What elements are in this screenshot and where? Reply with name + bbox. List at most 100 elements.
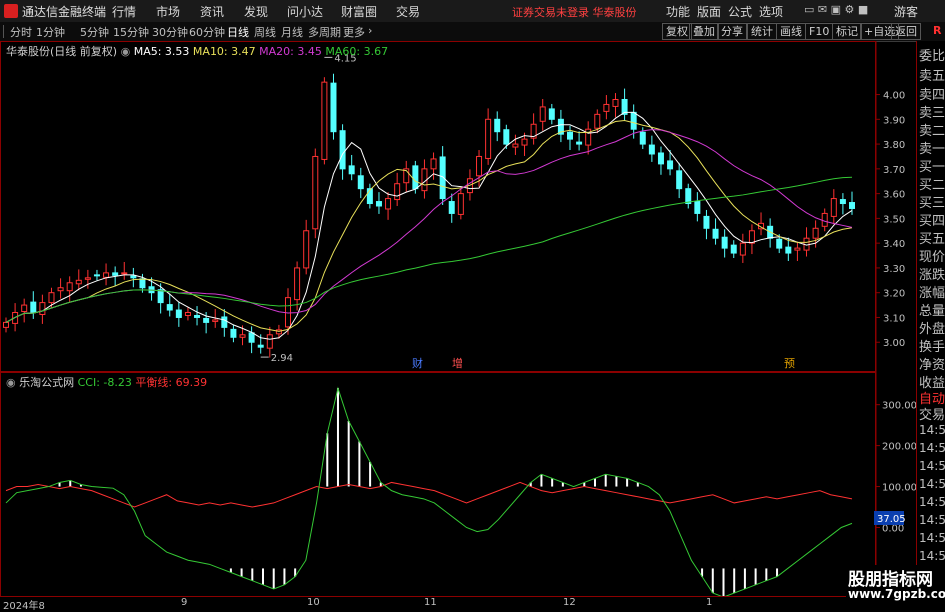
candle-body <box>521 138 528 146</box>
side-item-sell2: 卖二 <box>919 124 945 139</box>
side-item-buy5: 买五 <box>919 232 945 247</box>
tick-time: 14:56 <box>919 441 945 455</box>
candle-body <box>548 108 555 120</box>
period-tab-15min[interactable]: 15分钟 <box>113 24 149 40</box>
candle-body <box>812 227 819 239</box>
stock-name-label[interactable]: 华泰股份(日线 前复权) <box>6 45 117 58</box>
balance-line-label: 平衡线: 69.39 <box>135 376 208 389</box>
ma10-label: MA10: 3.47 <box>192 45 256 58</box>
menu-item-quotes[interactable]: 行情 <box>112 3 136 20</box>
window-control-icon[interactable]: ▭ ✉ ▣ ⚙ ■ <box>804 3 868 16</box>
menu-item-trade[interactable]: 交易 <box>396 3 420 20</box>
period-tab-60min[interactable]: 60分钟 <box>189 24 225 40</box>
guest-user-link[interactable]: 游客 <box>894 3 918 20</box>
period-tab-timeshare[interactable]: 分时 <box>10 24 32 40</box>
side-item-sell1: 卖一 <box>919 142 945 157</box>
sub-legend-toggle-icon[interactable]: ◉ <box>6 376 19 389</box>
share-button[interactable]: 分享 <box>717 23 747 40</box>
candle-body <box>630 111 637 130</box>
stats-button[interactable]: 统计 <box>747 23 777 40</box>
x-axis-label: 12 <box>563 597 576 608</box>
ma20-line <box>5 129 853 323</box>
candle-body <box>667 160 674 170</box>
period-tab-monthly[interactable]: 月线 <box>281 24 303 40</box>
event-marker: 增 <box>452 356 463 370</box>
candle-body <box>75 279 82 285</box>
menu-item-discover[interactable]: 发现 <box>244 3 268 20</box>
tick-time: 14:56 <box>919 513 945 527</box>
candle-body <box>357 175 364 190</box>
side-item-weibi: 委比 <box>919 49 945 64</box>
candle-body <box>730 244 737 254</box>
candle-body <box>257 344 264 348</box>
side-item-buy3: 买三 <box>919 196 945 211</box>
period-tab-5min[interactable]: 5分钟 <box>80 24 109 40</box>
period-tab-1min[interactable]: 1分钟 <box>36 24 65 40</box>
watermark-url: www.7gpzb.com <box>846 587 945 601</box>
candle-body <box>139 278 146 289</box>
candle-body <box>594 113 601 129</box>
draw-line-button[interactable]: 画线 <box>776 23 806 40</box>
menu-layout[interactable]: 版面 <box>697 3 721 20</box>
side-item-sell4: 卖四 <box>919 88 945 103</box>
tick-time: 14:56 <box>919 549 945 563</box>
menu-item-ask[interactable]: 问小达 <box>287 3 323 20</box>
side-item-volume: 总量 <box>919 304 945 319</box>
candle-body <box>230 328 237 338</box>
period-tab-multi[interactable]: 多周期 <box>308 24 341 40</box>
legend-toggle-icon[interactable]: ◉ <box>121 45 134 58</box>
candle-body <box>248 332 255 343</box>
indicator-source-label[interactable]: 乐淘公式网 <box>19 376 74 389</box>
menu-item-news[interactable]: 资讯 <box>200 3 224 20</box>
sub-y-axis: 300.00200.00100.000.00-100.00 <box>876 401 916 575</box>
candle-body <box>221 316 228 328</box>
candle-body <box>494 118 501 133</box>
candle-body <box>457 193 464 215</box>
candle-body <box>485 118 492 159</box>
candle-body <box>385 198 392 210</box>
current-value-label: 37.05 <box>877 514 906 525</box>
candle-body <box>112 272 119 276</box>
candle-body <box>639 131 646 145</box>
side-item-sell3: 卖三 <box>919 106 945 121</box>
more-chevron-icon[interactable]: › <box>368 24 372 37</box>
period-tab-30min[interactable]: 30分钟 <box>152 24 188 40</box>
candle-body <box>348 165 355 175</box>
candle-body <box>212 319 219 322</box>
ma5-label: MA5: 3.53 <box>133 45 190 58</box>
adjust-button[interactable]: 复权 <box>662 23 692 40</box>
candle-body <box>93 274 100 277</box>
balance-line <box>5 481 853 508</box>
f10-button[interactable]: F10 <box>805 23 834 40</box>
tick-time: 14:56 <box>919 477 945 491</box>
period-tab-weekly[interactable]: 周线 <box>254 24 276 40</box>
candle-body <box>3 321 9 328</box>
cci-histogram <box>58 388 779 598</box>
mark-button[interactable]: 标记 <box>832 23 862 40</box>
side-item-buy1: 买一 <box>919 160 945 175</box>
menu-function[interactable]: 功能 <box>666 3 690 20</box>
realtime-indicator-icon: R <box>933 24 942 37</box>
toolbar-grip <box>3 25 4 38</box>
period-tab-more[interactable]: 更多 <box>343 24 365 40</box>
back-button[interactable]: 返回 <box>891 23 921 40</box>
tick-time: 14:56 <box>919 423 945 437</box>
period-tab-daily[interactable]: 日线 <box>227 24 249 40</box>
sub-chart-legend: ◉ 乐淘公式网 CCI: -8.23 平衡线: 69.39 <box>6 374 207 390</box>
menu-item-wealth-circle[interactable]: 财富圈 <box>341 3 377 20</box>
candlestick-series <box>3 73 855 358</box>
tab-trade[interactable]: 交易 <box>919 404 945 423</box>
menu-formula[interactable]: 公式 <box>728 3 752 20</box>
candle-body <box>794 247 801 251</box>
candle-body <box>721 236 728 249</box>
tick-time: 14:56 <box>919 495 945 509</box>
menu-item-market[interactable]: 市场 <box>156 3 180 20</box>
overlay-button[interactable]: 叠加 <box>689 23 719 40</box>
menu-options[interactable]: 选项 <box>759 3 783 20</box>
chart-canvas[interactable]: 4.00 3.90 3.80 3.70 3.60 3.50 3.40 3.30 3.20 3.10… <box>0 41 916 609</box>
trade-login-status-link[interactable]: 证券交易未登录 华泰股份 <box>512 4 637 20</box>
side-item-sell5: 卖五 <box>919 69 945 84</box>
x-axis-label: 1 <box>706 597 713 608</box>
candle-body <box>503 129 510 145</box>
app-title: 通达信金融终端 <box>22 5 107 19</box>
